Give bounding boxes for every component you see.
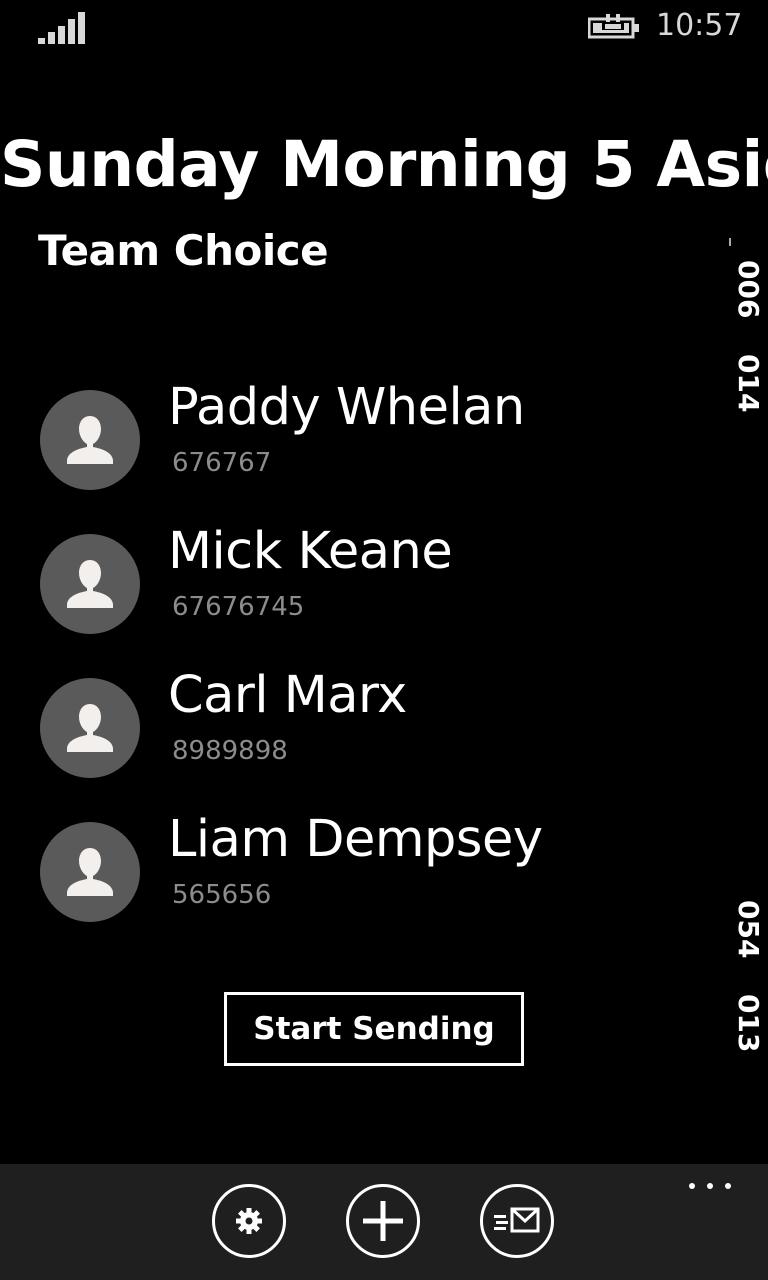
start-sending-button[interactable]: Start Sending [224,992,524,1066]
edge-label: 014 [732,354,765,413]
edge-label: 054 [732,900,765,959]
person-icon [67,704,113,752]
settings-button[interactable] [212,1184,286,1258]
avatar [40,822,140,922]
contact-number: 8989898 [172,736,288,766]
contact-list: Paddy Whelan 676767 Mick Keane 67676745 … [0,372,720,948]
more-options-icon[interactable] [686,1178,734,1194]
contact-name: Liam Dempsey [168,810,543,869]
add-button[interactable] [346,1184,420,1258]
app-bar [0,1164,768,1280]
person-icon [67,848,113,896]
edge-label: 006 [732,260,765,319]
screen: 10:57 Sunday Morning 5 Aside Team Choice… [0,0,768,1280]
add-icon [363,1201,403,1241]
edge-tick [729,238,731,246]
avatar [40,390,140,490]
contact-name: Paddy Whelan [168,378,525,437]
status-bar: 10:57 [0,0,768,56]
contact-number: 565656 [172,880,272,910]
person-icon [67,416,113,464]
status-time: 10:57 [656,8,743,43]
contact-number: 676767 [172,448,272,478]
contact-item[interactable]: Liam Dempsey 565656 [0,804,720,948]
message-list-icon [494,1207,540,1233]
contact-name: Mick Keane [168,522,453,581]
message-list-button[interactable] [480,1184,554,1258]
contact-item[interactable]: Paddy Whelan 676767 [0,372,720,516]
avatar [40,678,140,778]
contact-item[interactable]: Carl Marx 8989898 [0,660,720,804]
person-icon [67,560,113,608]
page-subtitle: Team Choice [38,226,329,275]
edge-label: 013 [732,994,765,1053]
settings-icon [236,1208,262,1234]
contact-number: 67676745 [172,592,305,622]
signal-strength-icon [38,12,85,44]
battery-charging-icon [588,14,639,39]
app-title: Sunday Morning 5 Aside [0,128,768,201]
contact-name: Carl Marx [168,666,407,725]
avatar [40,534,140,634]
contact-item[interactable]: Mick Keane 67676745 [0,516,720,660]
